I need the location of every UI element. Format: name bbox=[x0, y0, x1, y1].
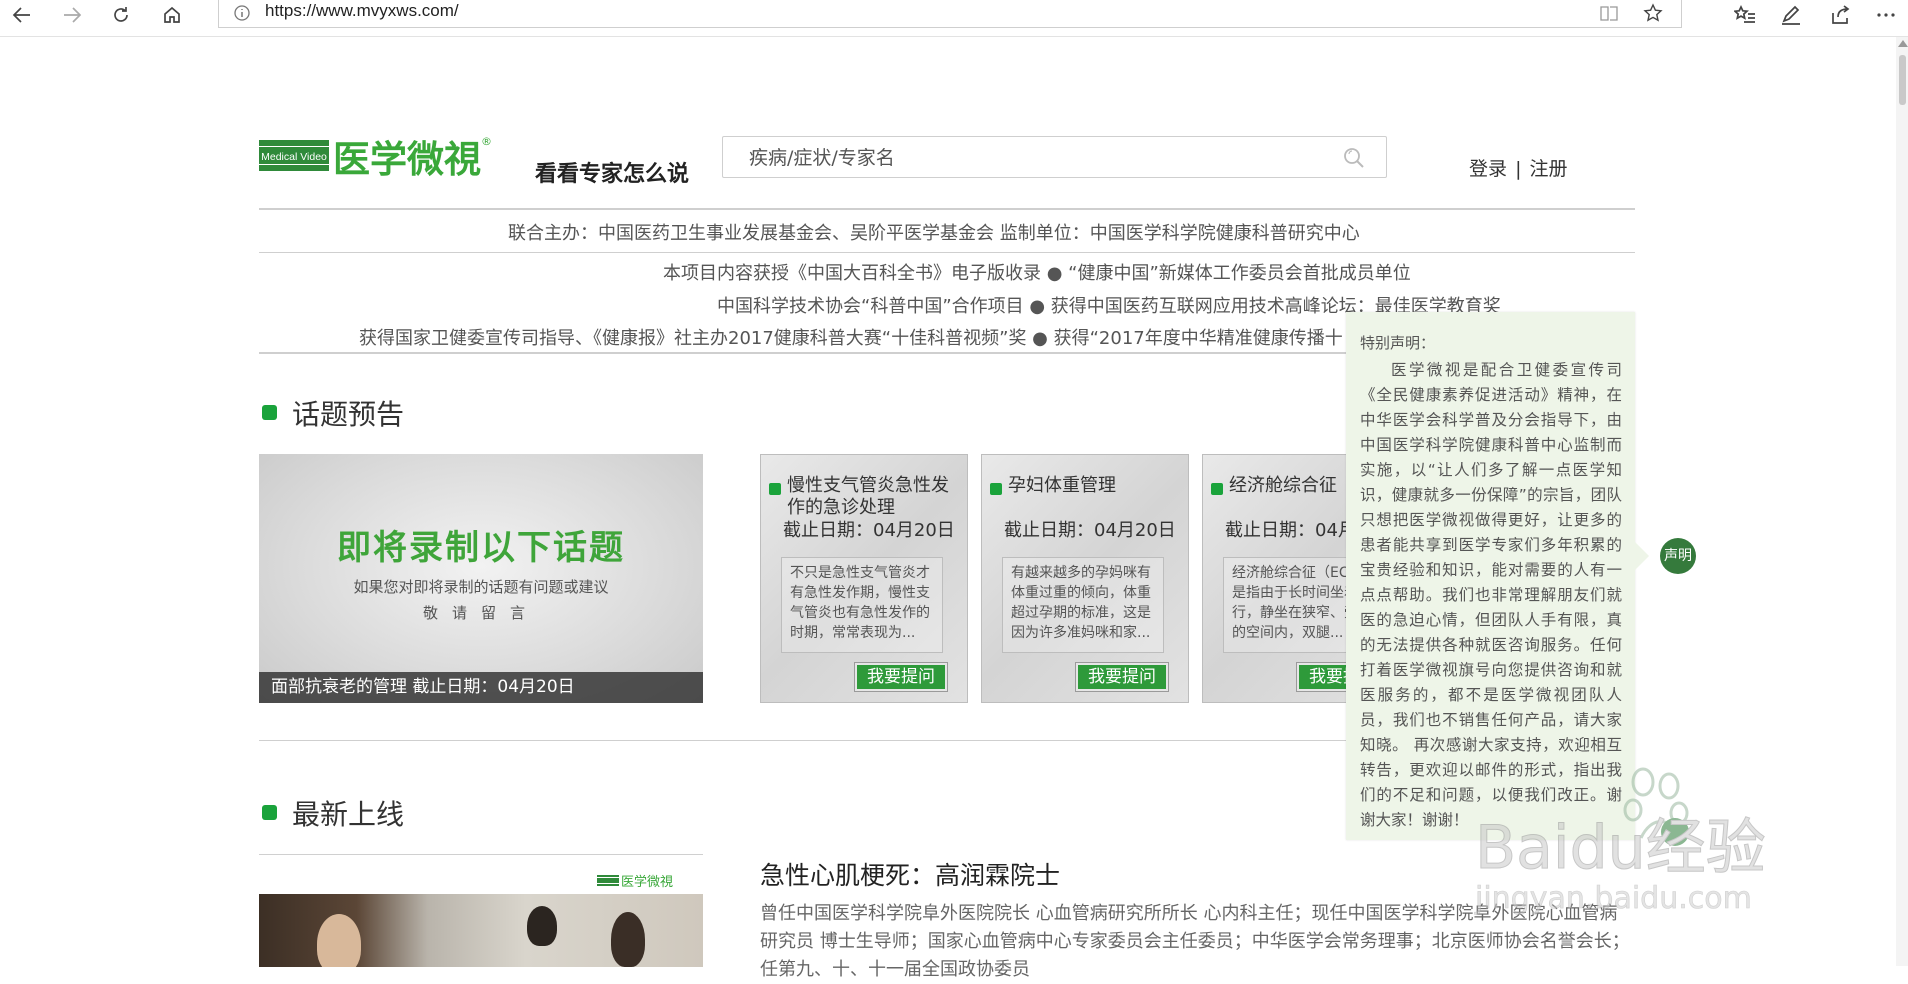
scroll-up-arrow-icon[interactable] bbox=[1898, 40, 1908, 47]
share-icon bbox=[1832, 5, 1850, 24]
video-logo-text: 医学微視 bbox=[621, 874, 673, 889]
search-input[interactable] bbox=[747, 145, 1311, 171]
video-scene-image bbox=[259, 894, 703, 967]
section-marker-icon bbox=[262, 405, 277, 420]
banner-title: 即将录制以下话题 bbox=[337, 528, 625, 568]
notice-heading: 特别声明： bbox=[1360, 334, 1436, 352]
card-deadline: 截止日期：04月20日 bbox=[1004, 520, 1176, 541]
back-button[interactable] bbox=[2, 1, 42, 29]
latest-video-thumbnail[interactable]: 医学微視 bbox=[259, 854, 703, 967]
favorites-hub-button[interactable] bbox=[1725, 1, 1765, 29]
more-dots-icon bbox=[1877, 13, 1895, 17]
award-line-3: 获得国家卫健委宣传司指导、《健康报》社主办2017健康科普大赛“十佳科普视频”奖… bbox=[359, 328, 1343, 349]
medical-video-logo-icon: Medical Video 医学微視 ® bbox=[259, 135, 492, 181]
card-marker-icon bbox=[1211, 483, 1223, 495]
refresh-button[interactable] bbox=[101, 1, 141, 29]
more-button[interactable] bbox=[1866, 1, 1906, 29]
card-title[interactable]: 孕妇体重管理 bbox=[1008, 475, 1186, 497]
forward-arrow-icon bbox=[64, 7, 82, 23]
browser-toolbar: https://www.mvyxws.com/ bbox=[0, 0, 1908, 37]
pen-icon bbox=[1782, 5, 1800, 25]
guest-figure bbox=[611, 912, 645, 967]
back-arrow-icon bbox=[12, 7, 30, 23]
logo-cn-text: 医学微視 bbox=[333, 138, 481, 181]
notice-pointer bbox=[1635, 542, 1649, 570]
site-tagline: 看看专家怎么说 bbox=[535, 162, 690, 187]
auth-separator: | bbox=[1515, 158, 1522, 180]
card-marker-icon bbox=[769, 483, 781, 495]
banner-caption[interactable]: 面部抗衰老的管理 截止日期：04月20日 bbox=[259, 672, 703, 703]
site-logo[interactable]: Medical Video 医学微視 ® bbox=[259, 132, 492, 182]
card-deadline: 截止日期：04月20日 bbox=[783, 520, 955, 541]
card-title[interactable]: 慢性支气管炎急性发作的急诊处理 bbox=[787, 475, 965, 519]
search-icon[interactable] bbox=[1342, 146, 1366, 170]
logo-en-text: Medical Video bbox=[261, 151, 327, 163]
doctor-figure bbox=[317, 914, 361, 967]
award-line-1: 本项目内容获授《中国大百科全书》电子版收录 ● “健康中国”新媒体工作委员会首批… bbox=[663, 263, 1411, 284]
ask-question-button[interactable]: 我要提问 bbox=[854, 662, 948, 692]
register-link[interactable]: 注册 bbox=[1530, 158, 1568, 180]
search-box[interactable] bbox=[722, 136, 1387, 178]
refresh-icon bbox=[114, 7, 128, 22]
banner-subtitle: 如果您对即将录制的话题有问题或建议 bbox=[353, 578, 609, 596]
reading-view-icon[interactable] bbox=[1599, 4, 1619, 22]
watermark-brand: Baidu经验 bbox=[1475, 813, 1766, 883]
section-marker-icon bbox=[262, 805, 277, 820]
host-figure bbox=[527, 906, 557, 946]
baidu-watermark: Baidu经验 jingyan.baidu.com bbox=[1455, 758, 1815, 928]
ask-question-button[interactable]: 我要提问 bbox=[1075, 662, 1169, 692]
topic-card[interactable]: 慢性支气管炎急性发作的急诊处理 截止日期：04月20日 不只是急性支气管炎才有急… bbox=[760, 454, 968, 703]
sponsor-divider bbox=[259, 252, 1635, 253]
card-description: 不只是急性支气管炎才有急性发作期，慢性支气管炎也有急性发作的时期，常常表现为..… bbox=[781, 557, 943, 653]
topic-card[interactable]: 孕妇体重管理 截止日期：04月20日 有越来越多的孕妈咪有体重过重的倾向，体重超… bbox=[981, 454, 1189, 703]
info-icon[interactable] bbox=[233, 4, 251, 22]
scrollbar-track[interactable] bbox=[1896, 37, 1908, 966]
header-divider bbox=[259, 208, 1635, 210]
auth-links: 登录 | 注册 bbox=[1469, 154, 1568, 181]
logo-registered-mark: ® bbox=[481, 135, 492, 148]
sponsor-line: 联合主办：中国医药卫生事业发展基金会、吴阶平医学基金会 监制单位：中国医学科学院… bbox=[508, 223, 1360, 244]
share-button[interactable] bbox=[1821, 1, 1861, 29]
banner-subtitle-2: 敬请留言 bbox=[422, 604, 539, 622]
forward-button[interactable] bbox=[52, 1, 92, 29]
card-description: 有越来越多的孕妈咪有体重过重的倾向，体重超过孕期的标准，这是因为许多准妈咪和家.… bbox=[1002, 557, 1164, 653]
baidu-paw-logo-icon: Baidu经验 jingyan.baidu.com bbox=[1474, 767, 1766, 916]
home-icon bbox=[164, 6, 180, 23]
watermark-url: jingyan.baidu.com bbox=[1474, 881, 1752, 916]
card-marker-icon bbox=[990, 483, 1002, 495]
latest-section-title: 最新上线 bbox=[292, 798, 405, 831]
favorite-star-icon[interactable] bbox=[1643, 3, 1663, 23]
address-bar[interactable]: https://www.mvyxws.com/ bbox=[218, 0, 1682, 28]
upcoming-topic-banner[interactable]: 即将录制以下话题 如果您对即将录制的话题有问题或建议 敬请留言 面部抗衰老的管理… bbox=[259, 454, 703, 703]
home-button[interactable] bbox=[152, 1, 192, 29]
url-text[interactable]: https://www.mvyxws.com/ bbox=[265, 1, 459, 21]
notice-toggle-button[interactable]: 声明 bbox=[1660, 538, 1696, 574]
web-note-button[interactable] bbox=[1771, 1, 1811, 29]
favorites-list-icon bbox=[1734, 5, 1755, 23]
scrollbar-thumb[interactable] bbox=[1899, 55, 1906, 105]
latest-video-title[interactable]: 急性心肌梗死：高润霖院士 bbox=[760, 856, 1060, 892]
topics-section-title: 话题预告 bbox=[292, 398, 405, 431]
video-logo-icon: 医学微視 bbox=[597, 874, 673, 889]
login-link[interactable]: 登录 bbox=[1469, 158, 1507, 180]
